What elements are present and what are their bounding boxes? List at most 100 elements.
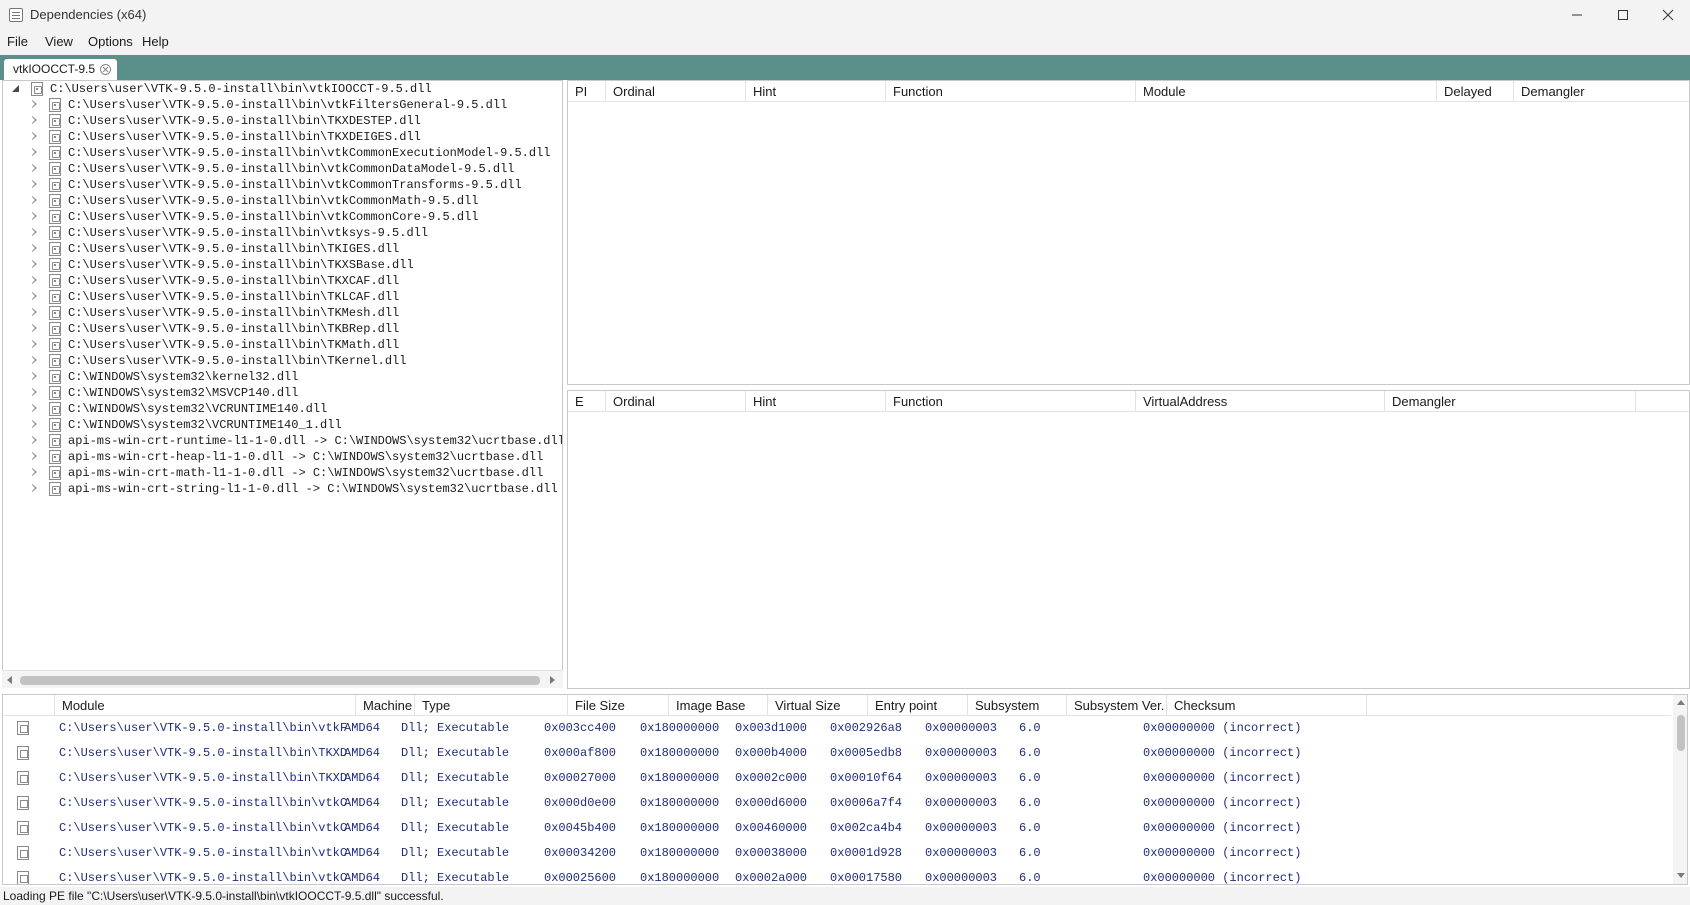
tree-node[interactable]: C:\Users\user\VTK-9.5.0-install\bin\TKBR… xyxy=(3,321,562,337)
collapse-arrow-icon[interactable] xyxy=(29,99,39,109)
exports-col-virtualaddress[interactable]: VirtualAddress xyxy=(1136,391,1385,412)
module-col-subsystem[interactable]: Subsystem xyxy=(968,695,1067,716)
tree-node[interactable]: api-ms-win-crt-heap-l1-1-0.dll -> C:\WIN… xyxy=(3,449,562,465)
collapse-arrow-icon[interactable] xyxy=(29,115,39,125)
collapse-arrow-icon[interactable] xyxy=(29,403,39,413)
scroll-thumb[interactable] xyxy=(1677,715,1685,751)
collapse-arrow-icon[interactable] xyxy=(29,291,39,301)
tree-node[interactable]: C:\Users\user\VTK-9.5.0-install\bin\TKIG… xyxy=(3,241,562,257)
exports-col-ordinal[interactable]: Ordinal xyxy=(606,391,746,412)
tree-node[interactable]: api-ms-win-crt-runtime-l1-1-0.dll -> C:\… xyxy=(3,433,562,449)
module-col-entrypoint[interactable]: Entry point xyxy=(868,695,968,716)
module-row[interactable]: C:\Users\user\VTK-9.5.0-install\bin\vtkC… xyxy=(3,816,1671,841)
imports-col-function[interactable]: Function xyxy=(886,81,1136,102)
imports-col-delayed[interactable]: Delayed xyxy=(1437,81,1514,102)
collapse-arrow-icon[interactable] xyxy=(29,419,39,429)
module-col-type[interactable]: Type xyxy=(415,695,568,716)
collapse-arrow-icon[interactable] xyxy=(29,259,39,269)
scroll-right-icon[interactable] xyxy=(550,676,555,684)
tree-node[interactable]: C:\Users\user\VTK-9.5.0-install\bin\vtkC… xyxy=(3,193,562,209)
collapse-arrow-icon[interactable] xyxy=(29,483,39,493)
tree-node-label: C:\Users\user\VTK-9.5.0-install\bin\TKXD… xyxy=(68,130,421,144)
collapse-arrow-icon[interactable] xyxy=(29,275,39,285)
tree-horizontal-scrollbar[interactable] xyxy=(2,670,563,688)
close-button[interactable] xyxy=(1645,0,1690,30)
tree-node[interactable]: api-ms-win-crt-string-l1-1-0.dll -> C:\W… xyxy=(3,481,562,497)
module-row[interactable]: C:\Users\user\VTK-9.5.0-install\bin\vtkC… xyxy=(3,791,1671,816)
tree-node[interactable]: C:\Users\user\VTK-9.5.0-install\bin\TKMa… xyxy=(3,337,562,353)
module-col-checksum[interactable]: Checksum xyxy=(1167,695,1367,716)
collapse-arrow-icon[interactable] xyxy=(29,467,39,477)
collapse-arrow-icon[interactable] xyxy=(29,243,39,253)
tree-node[interactable]: C:\Users\user\VTK-9.5.0-install\bin\vtkC… xyxy=(3,161,562,177)
module-col-filesize[interactable]: File Size xyxy=(568,695,669,716)
collapse-arrow-icon[interactable] xyxy=(29,147,39,157)
collapse-arrow-icon[interactable] xyxy=(29,211,39,221)
collapse-arrow-icon[interactable] xyxy=(29,227,39,237)
module-col-subsystemver[interactable]: Subsystem Ver. xyxy=(1067,695,1167,716)
tree-node[interactable]: C:\WINDOWS\system32\kernel32.dll xyxy=(3,369,562,385)
exports-col-demangler[interactable]: Demangler xyxy=(1385,391,1636,412)
maximize-button[interactable] xyxy=(1600,0,1646,30)
tree-node[interactable]: C:\WINDOWS\system32\VCRUNTIME140_1.dll xyxy=(3,417,562,433)
menu-file[interactable]: File xyxy=(7,34,28,49)
module-list-vertical-scrollbar[interactable] xyxy=(1673,695,1687,884)
tab-close-icon[interactable] xyxy=(100,64,111,75)
tree-node[interactable]: C:\Users\user\VTK-9.5.0-install\bin\vtks… xyxy=(3,225,562,241)
scroll-up-icon[interactable] xyxy=(1677,700,1685,705)
exports-col-function[interactable]: Function xyxy=(886,391,1136,412)
tree-node[interactable]: C:\Users\user\VTK-9.5.0-install\bin\TKXS… xyxy=(3,257,562,273)
tree-node[interactable]: C:\Users\user\VTK-9.5.0-install\bin\vtkC… xyxy=(3,177,562,193)
menu-options[interactable]: Options xyxy=(88,34,133,49)
tree-node[interactable]: C:\WINDOWS\system32\VCRUNTIME140.dll xyxy=(3,401,562,417)
collapse-arrow-icon[interactable] xyxy=(29,451,39,461)
module-row[interactable]: C:\Users\user\VTK-9.5.0-install\bin\vtkC… xyxy=(3,841,1671,866)
expand-arrow-icon[interactable] xyxy=(11,83,21,93)
imports-col-hint[interactable]: Hint xyxy=(746,81,886,102)
tree-node[interactable]: C:\Users\user\VTK-9.5.0-install\bin\TKLC… xyxy=(3,289,562,305)
tab-vtkioocct[interactable]: vtkIOOCCT-9.5 xyxy=(4,59,117,80)
tree-node[interactable]: C:\Users\user\VTK-9.5.0-install\bin\vtkC… xyxy=(3,145,562,161)
minimize-button[interactable] xyxy=(1554,0,1600,30)
exports-col-hint[interactable]: Hint xyxy=(746,391,886,412)
module-col-imagebase[interactable]: Image Base xyxy=(669,695,768,716)
module-row[interactable]: C:\Users\user\VTK-9.5.0-install\bin\TKXD… xyxy=(3,766,1671,791)
imports-col-demangler[interactable]: Demangler xyxy=(1514,81,1689,102)
menu-view[interactable]: View xyxy=(45,34,73,49)
module-col-virtualsize[interactable]: Virtual Size xyxy=(768,695,868,716)
imports-col-module[interactable]: Module xyxy=(1136,81,1437,102)
module-col-machine[interactable]: Machine xyxy=(356,695,415,716)
collapse-arrow-icon[interactable] xyxy=(29,339,39,349)
collapse-arrow-icon[interactable] xyxy=(29,355,39,365)
tree-node[interactable]: C:\Users\user\VTK-9.5.0-install\bin\vtkC… xyxy=(3,209,562,225)
scroll-thumb[interactable] xyxy=(20,676,540,685)
collapse-arrow-icon[interactable] xyxy=(29,323,39,333)
scroll-left-icon[interactable] xyxy=(7,676,12,684)
exports-col-e[interactable]: E xyxy=(568,391,606,412)
tree-node[interactable]: C:\Users\user\VTK-9.5.0-install\bin\TKXD… xyxy=(3,129,562,145)
tree-node[interactable]: C:\WINDOWS\system32\MSVCP140.dll xyxy=(3,385,562,401)
imports-col-ordinal[interactable]: Ordinal xyxy=(606,81,746,102)
tree-node[interactable]: C:\Users\user\VTK-9.5.0-install\bin\TKXD… xyxy=(3,113,562,129)
tree-node[interactable]: C:\Users\user\VTK-9.5.0-install\bin\vtkF… xyxy=(3,97,562,113)
module-row[interactable]: C:\Users\user\VTK-9.5.0-install\bin\vtkC… xyxy=(3,866,1671,884)
collapse-arrow-icon[interactable] xyxy=(29,195,39,205)
collapse-arrow-icon[interactable] xyxy=(29,179,39,189)
tree-node[interactable]: C:\Users\user\VTK-9.5.0-install\bin\TKer… xyxy=(3,353,562,369)
tree-node[interactable]: C:\Users\user\VTK-9.5.0-install\bin\TKMe… xyxy=(3,305,562,321)
collapse-arrow-icon[interactable] xyxy=(29,435,39,445)
scroll-down-icon[interactable] xyxy=(1677,873,1685,878)
module-row[interactable]: C:\Users\user\VTK-9.5.0-install\bin\TKXD… xyxy=(3,741,1671,766)
module-row[interactable]: C:\Users\user\VTK-9.5.0-install\bin\vtkF… xyxy=(3,716,1671,741)
imports-col-pi[interactable]: PI xyxy=(568,81,606,102)
collapse-arrow-icon[interactable] xyxy=(29,371,39,381)
collapse-arrow-icon[interactable] xyxy=(29,131,39,141)
tree-node[interactable]: C:\Users\user\VTK-9.5.0-install\bin\TKXC… xyxy=(3,273,562,289)
collapse-arrow-icon[interactable] xyxy=(29,307,39,317)
menu-help[interactable]: Help xyxy=(142,34,169,49)
collapse-arrow-icon[interactable] xyxy=(29,163,39,173)
tree-root-node[interactable]: C:\Users\user\VTK-9.5.0-install\bin\vtkI… xyxy=(3,81,562,97)
module-col-module[interactable]: Module xyxy=(55,695,356,716)
collapse-arrow-icon[interactable] xyxy=(29,387,39,397)
tree-node[interactable]: api-ms-win-crt-math-l1-1-0.dll -> C:\WIN… xyxy=(3,465,562,481)
